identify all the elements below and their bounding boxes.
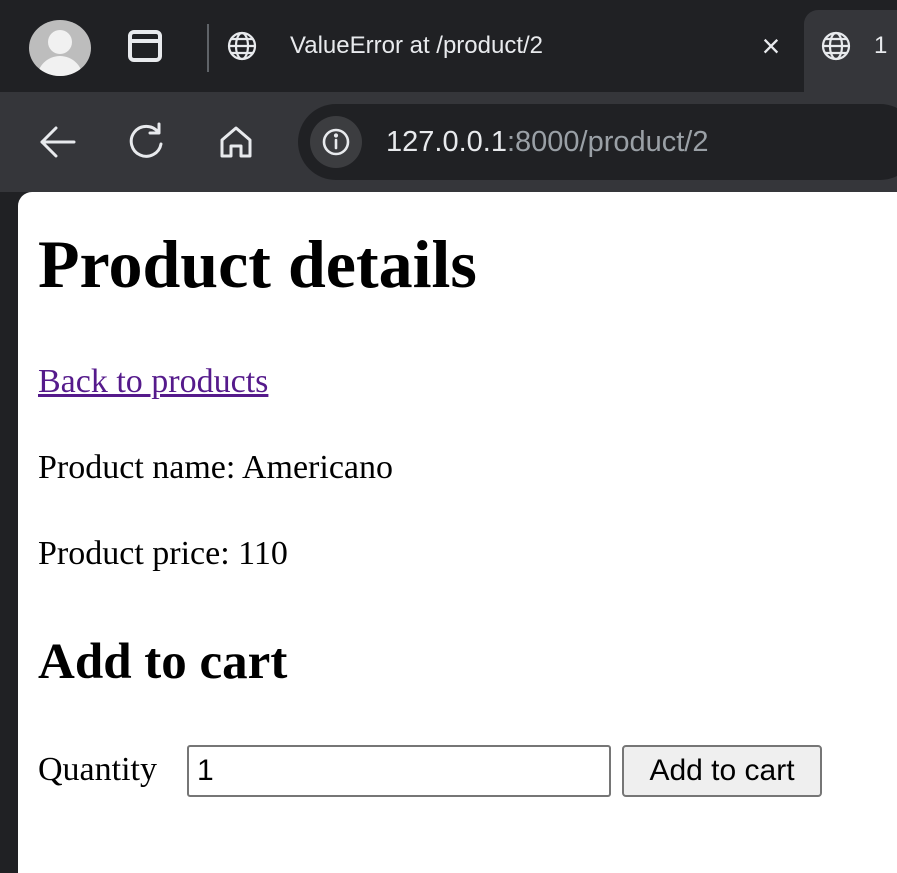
quantity-label: Quantity [38, 751, 157, 788]
url-path: :8000/product/2 [506, 126, 709, 158]
globe-icon [226, 30, 258, 62]
url-host: 127.0.0.1 [386, 126, 507, 158]
product-price: Product price: 110 [38, 535, 288, 572]
tab-strip: ValueError at /product/2 × 1 [0, 0, 897, 92]
tab-title[interactable]: ValueError at /product/2 [290, 27, 543, 65]
tab-divider [207, 24, 209, 72]
reload-icon[interactable] [122, 118, 170, 166]
home-icon[interactable] [212, 118, 260, 166]
add-to-cart-heading: Add to cart [38, 634, 288, 690]
url-text[interactable]: 127.0.0.1:8000/product/2 [386, 123, 709, 161]
back-arrow-icon[interactable] [34, 118, 82, 166]
tab-search-icon[interactable] [128, 30, 162, 62]
info-icon[interactable] [310, 116, 362, 168]
close-tab-icon[interactable]: × [755, 28, 787, 64]
page-title: Product details [38, 226, 477, 302]
quantity-input[interactable] [187, 745, 611, 797]
tab-second-title[interactable]: 1 [874, 27, 897, 65]
page-viewport: Product details Back to products Product… [18, 192, 897, 873]
browser-toolbar: 127.0.0.1:8000/product/2 [0, 92, 897, 192]
address-bar[interactable]: 127.0.0.1:8000/product/2 [298, 104, 897, 180]
add-to-cart-button[interactable]: Add to cart [622, 745, 822, 797]
product-name: Product name: Americano [38, 449, 394, 486]
globe-icon [820, 30, 852, 62]
profile-avatar-icon[interactable] [29, 20, 91, 76]
back-to-products-link[interactable]: Back to products [38, 362, 268, 402]
